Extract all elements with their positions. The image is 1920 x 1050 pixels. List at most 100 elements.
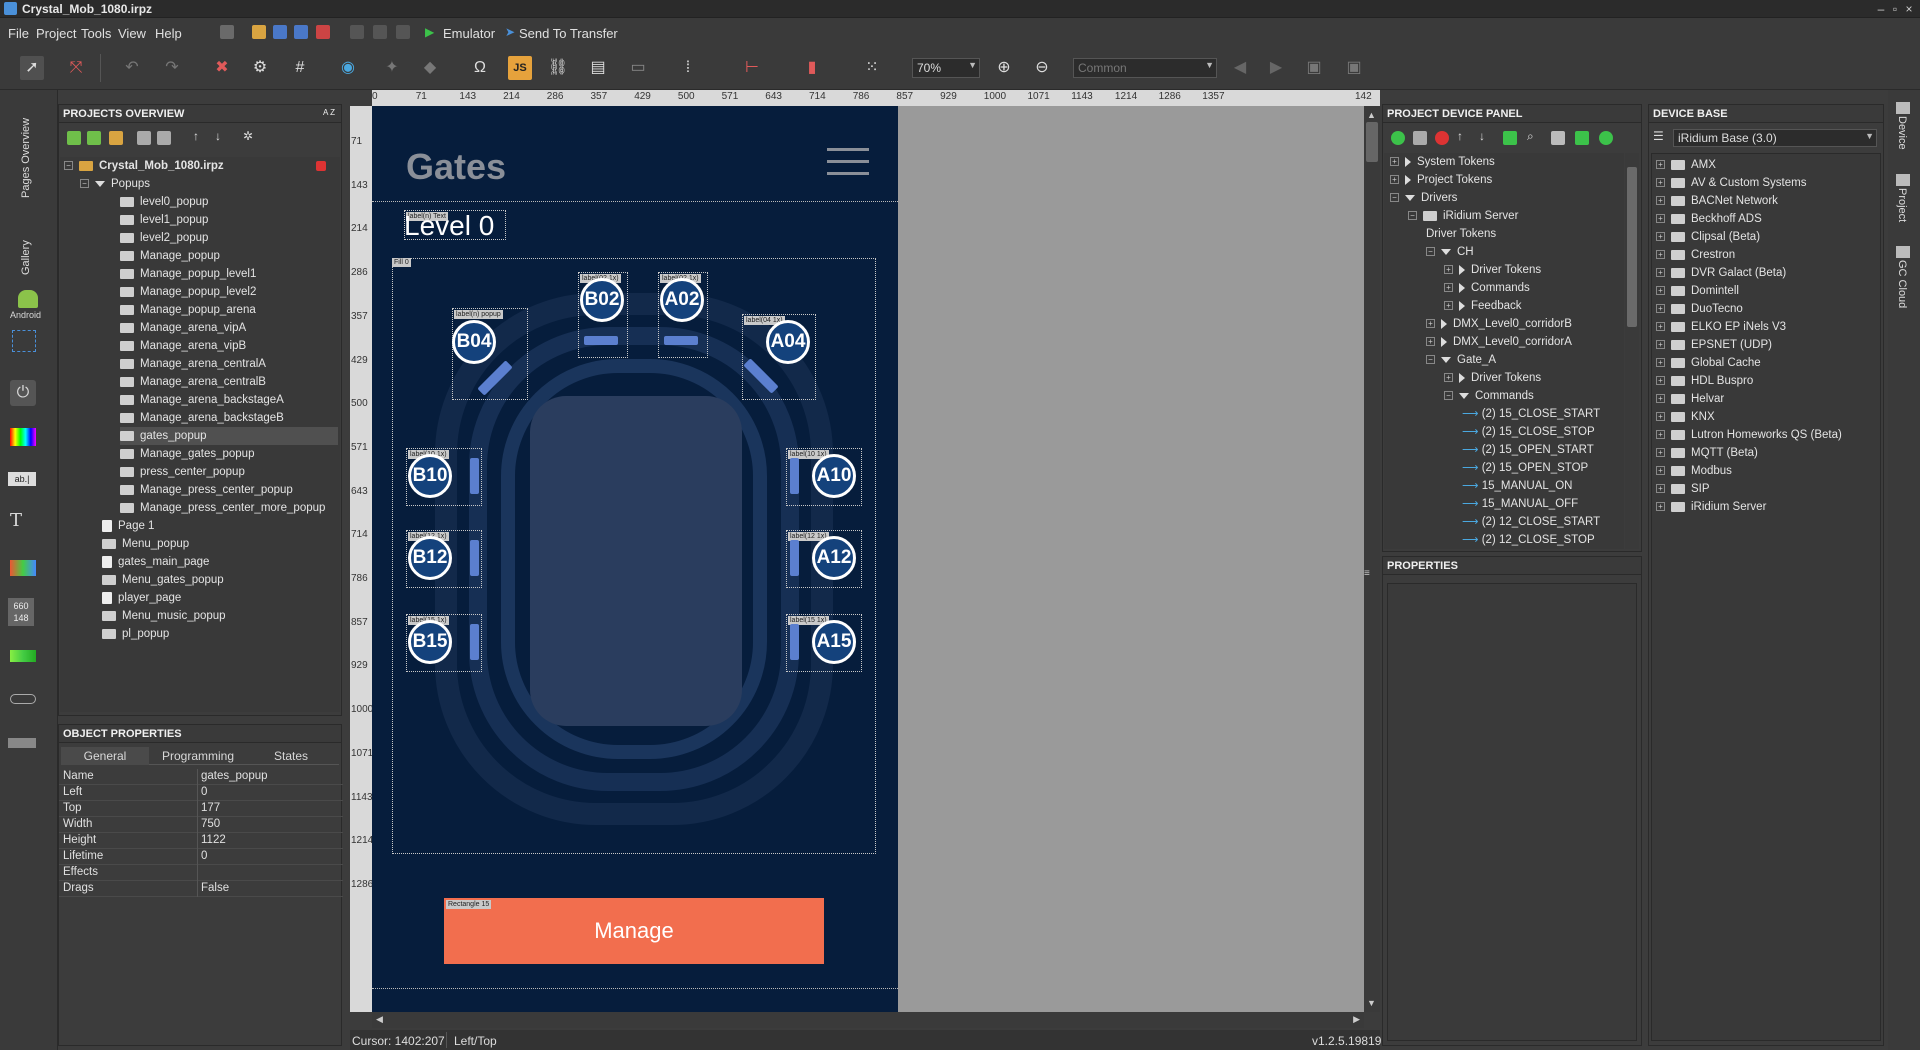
device-tree-item[interactable]: ⟶ (2) 12_CLOSE_STOP bbox=[1462, 531, 1595, 549]
collapse-icon[interactable]: − bbox=[1426, 355, 1435, 365]
expand-icon[interactable]: + bbox=[1444, 373, 1453, 383]
copy-icon[interactable] bbox=[137, 131, 151, 145]
android-icon[interactable] bbox=[18, 290, 38, 308]
tree-popup-item[interactable]: Manage_popup bbox=[120, 247, 338, 265]
expand-icon[interactable]: + bbox=[1656, 322, 1665, 332]
redo-icon[interactable]: ↷ bbox=[160, 56, 184, 80]
gate-a10[interactable]: A10 bbox=[812, 454, 856, 498]
device-tree-item[interactable]: ⟶ 15_MANUAL_OFF bbox=[1462, 495, 1578, 513]
tree-page-item[interactable]: Page 1 bbox=[102, 517, 154, 535]
gate-a04[interactable]: A04 bbox=[766, 320, 810, 364]
property-row[interactable]: Effects bbox=[59, 865, 343, 881]
tree-popup-item[interactable]: level0_popup bbox=[120, 193, 338, 211]
pages-overview-tab[interactable]: Pages Overview bbox=[20, 98, 32, 198]
property-row[interactable]: Drags False bbox=[59, 881, 343, 897]
device-tree-item[interactable]: − CH bbox=[1426, 243, 1474, 261]
device-base-item[interactable]: + DVR Galact (Beta) bbox=[1656, 264, 1786, 282]
device-base-item[interactable]: + BACNet Network bbox=[1656, 192, 1778, 210]
property-row[interactable]: Height 1122 bbox=[59, 833, 343, 849]
download-icon[interactable] bbox=[1575, 131, 1589, 145]
gc-cloud-tab[interactable]: GC Cloud bbox=[1896, 260, 1908, 308]
menu-project[interactable]: Project bbox=[36, 26, 76, 41]
collapse-icon[interactable]: − bbox=[1444, 391, 1453, 401]
remove-project-icon[interactable] bbox=[316, 161, 326, 171]
new-file-icon[interactable] bbox=[220, 25, 234, 39]
gate-b04[interactable]: B04 bbox=[452, 320, 496, 364]
expand-icon[interactable]: + bbox=[1656, 412, 1665, 422]
project-tab[interactable]: Project bbox=[1896, 188, 1908, 222]
expand-icon[interactable]: + bbox=[1656, 160, 1665, 170]
device-tree-item[interactable]: + Commands bbox=[1444, 279, 1530, 297]
canvas-horizontal-scrollbar[interactable]: ◀ ▶ bbox=[372, 1012, 1364, 1028]
zoom-out-icon[interactable]: ⊖ bbox=[1030, 56, 1054, 80]
expand-icon[interactable]: + bbox=[1656, 358, 1665, 368]
expand-icon[interactable]: + bbox=[1390, 175, 1399, 185]
scroll-left-icon[interactable]: ◀ bbox=[376, 1014, 383, 1025]
device-base-item[interactable]: + DuoTecno bbox=[1656, 300, 1743, 318]
align-icon[interactable]: ⊢ bbox=[740, 56, 764, 80]
gate-b10[interactable]: B10 bbox=[408, 454, 452, 498]
device-tree-item[interactable]: − Gate_A bbox=[1426, 351, 1496, 369]
tree-popup-item[interactable]: press_center_popup bbox=[120, 463, 338, 481]
add-popup-icon[interactable] bbox=[87, 131, 101, 145]
move-up-icon[interactable]: ↑ bbox=[193, 129, 199, 143]
close-project-icon[interactable] bbox=[316, 25, 330, 39]
add-folder-icon[interactable] bbox=[109, 131, 123, 145]
property-value[interactable]: 0 bbox=[201, 786, 207, 798]
build-icon[interactable] bbox=[396, 25, 410, 39]
property-value[interactable]: 750 bbox=[201, 818, 220, 830]
link-icon[interactable]: ⛓ bbox=[546, 56, 570, 80]
property-row[interactable]: Left 0 bbox=[59, 785, 343, 801]
popup-tool-icon[interactable] bbox=[12, 330, 36, 352]
collapse-icon[interactable]: − bbox=[64, 161, 73, 171]
gate-a02[interactable]: A02 bbox=[660, 278, 704, 322]
cube-icon[interactable]: ◆ bbox=[418, 56, 442, 80]
tree-popup-item[interactable]: Manage_press_center_popup bbox=[120, 481, 338, 499]
layers-icon[interactable]: ▤ bbox=[586, 56, 610, 80]
collapse-icon[interactable]: − bbox=[1408, 211, 1417, 221]
component-icon[interactable]: ✦ bbox=[380, 56, 404, 80]
device-tree-item[interactable]: ⟶ (2) 15_CLOSE_STOP bbox=[1462, 423, 1595, 441]
style-select[interactable]: Common ▼ bbox=[1073, 58, 1217, 78]
expand-icon[interactable]: + bbox=[1656, 484, 1665, 494]
undo-icon[interactable]: ↶ bbox=[120, 56, 144, 80]
device-tree-item[interactable]: + System Tokens bbox=[1390, 153, 1495, 171]
joystick-tool-icon[interactable] bbox=[8, 738, 36, 748]
power-button-icon[interactable]: ⏻ bbox=[10, 380, 36, 406]
open-folder-icon[interactable] bbox=[252, 25, 266, 39]
undo-small-icon[interactable] bbox=[350, 25, 364, 39]
device-base-item[interactable]: + Modbus bbox=[1656, 462, 1732, 480]
expand-icon[interactable]: + bbox=[1390, 157, 1399, 167]
emulator-button[interactable]: Emulator bbox=[443, 26, 495, 41]
scroll-up-icon[interactable]: ▲ bbox=[1367, 110, 1376, 120]
tree-page-item[interactable]: player_page bbox=[102, 589, 181, 607]
device-tree-item[interactable]: + Project Tokens bbox=[1390, 171, 1492, 189]
tree-popup-item[interactable]: Manage_arena_centralA bbox=[120, 355, 338, 373]
tree-popup-item[interactable]: Manage_gates_popup bbox=[120, 445, 338, 463]
device-base-item[interactable]: + iRidium Server bbox=[1656, 498, 1766, 516]
tree-page-item[interactable]: Menu_music_popup bbox=[102, 607, 226, 625]
menu-help[interactable]: Help bbox=[155, 26, 182, 41]
device-base-item[interactable]: + HDL Buspro bbox=[1656, 372, 1753, 390]
add-page-icon[interactable] bbox=[67, 131, 81, 145]
expand-icon[interactable]: + bbox=[1656, 214, 1665, 224]
tree-popup-item[interactable]: Manage_arena_vipB bbox=[120, 337, 338, 355]
frame-alt-icon[interactable]: ▣ bbox=[1342, 56, 1366, 80]
device-tree-item[interactable]: − Drivers bbox=[1390, 189, 1457, 207]
device-tree-item[interactable]: ⟶ 15_MANUAL_ON bbox=[1462, 477, 1572, 495]
grid-icon[interactable]: # bbox=[288, 56, 312, 80]
device-base-item[interactable]: + AMX bbox=[1656, 156, 1716, 174]
device-base-item[interactable]: + Crestron bbox=[1656, 246, 1735, 264]
color-palette-icon[interactable] bbox=[10, 428, 36, 446]
tree-add-icon[interactable] bbox=[1503, 131, 1517, 145]
delete-icon[interactable]: ✖ bbox=[210, 56, 234, 80]
collapse-icon[interactable]: − bbox=[1390, 193, 1399, 203]
gallery-tab[interactable]: Gallery bbox=[20, 225, 32, 275]
rectangle-icon[interactable]: ▭ bbox=[626, 56, 650, 80]
tree-popup-item[interactable]: Manage_popup_arena bbox=[120, 301, 338, 319]
property-row[interactable]: Lifetime 0 bbox=[59, 849, 343, 865]
device-base-select[interactable]: iRidium Base (3.0) ▼ bbox=[1673, 129, 1877, 147]
send-to-transfer-button[interactable]: Send To Transfer bbox=[519, 26, 618, 41]
device-base-item[interactable]: + MQTT (Beta) bbox=[1656, 444, 1758, 462]
refresh-icon[interactable] bbox=[1599, 131, 1613, 145]
